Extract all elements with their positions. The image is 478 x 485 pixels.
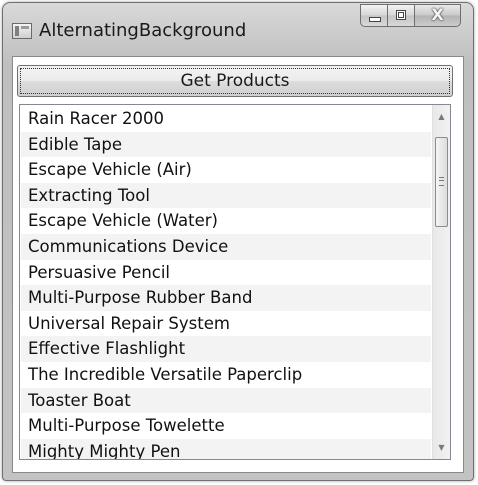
- application-icon[interactable]: [12, 23, 32, 39]
- list-item[interactable]: Edible Tape: [21, 131, 431, 158]
- scroll-up-arrow-icon[interactable]: ▲: [433, 108, 450, 125]
- maximize-button[interactable]: [388, 4, 415, 27]
- get-products-button[interactable]: Get Products: [17, 65, 453, 97]
- products-list: Rain Racer 2000 Edible Tape Escape Vehicle…: [21, 106, 431, 459]
- products-listbox[interactable]: Rain Racer 2000 Edible Tape Escape Vehicle…: [19, 104, 451, 460]
- scroll-grip-icon: [439, 177, 444, 186]
- maximize-icon: [396, 10, 406, 20]
- close-button[interactable]: X: [415, 4, 461, 27]
- list-item[interactable]: Rain Racer 2000: [21, 106, 431, 132]
- list-item[interactable]: Escape Vehicle (Water): [21, 208, 431, 234]
- list-item[interactable]: Extracting Tool: [21, 182, 431, 209]
- list-item[interactable]: Effective Flashlight: [21, 336, 431, 362]
- vertical-scrollbar[interactable]: ▲ ▼: [432, 105, 450, 459]
- scroll-down-arrow-icon[interactable]: ▼: [433, 439, 450, 456]
- list-item[interactable]: Communications Device: [21, 233, 431, 260]
- caption-buttons: X: [360, 4, 461, 27]
- list-item[interactable]: Multi-Purpose Towelette: [21, 413, 431, 439]
- window-title: AlternatingBackground: [39, 20, 247, 41]
- list-item[interactable]: Multi-Purpose Rubber Band: [21, 285, 431, 311]
- list-item[interactable]: Universal Repair System: [21, 311, 431, 337]
- scroll-thumb[interactable]: [435, 137, 448, 227]
- list-item[interactable]: Mighty Mighty Pen: [21, 438, 431, 459]
- list-item[interactable]: Toaster Boat: [21, 387, 431, 414]
- list-item[interactable]: The Incredible Versatile Paperclip: [21, 362, 431, 388]
- minimize-button[interactable]: [360, 4, 388, 27]
- title-bar[interactable]: AlternatingBackground X: [3, 3, 473, 55]
- list-item[interactable]: Escape Vehicle (Air): [21, 157, 431, 183]
- close-icon: X: [431, 5, 444, 24]
- list-item[interactable]: Persuasive Pencil: [21, 260, 431, 286]
- minimize-icon: [369, 17, 381, 22]
